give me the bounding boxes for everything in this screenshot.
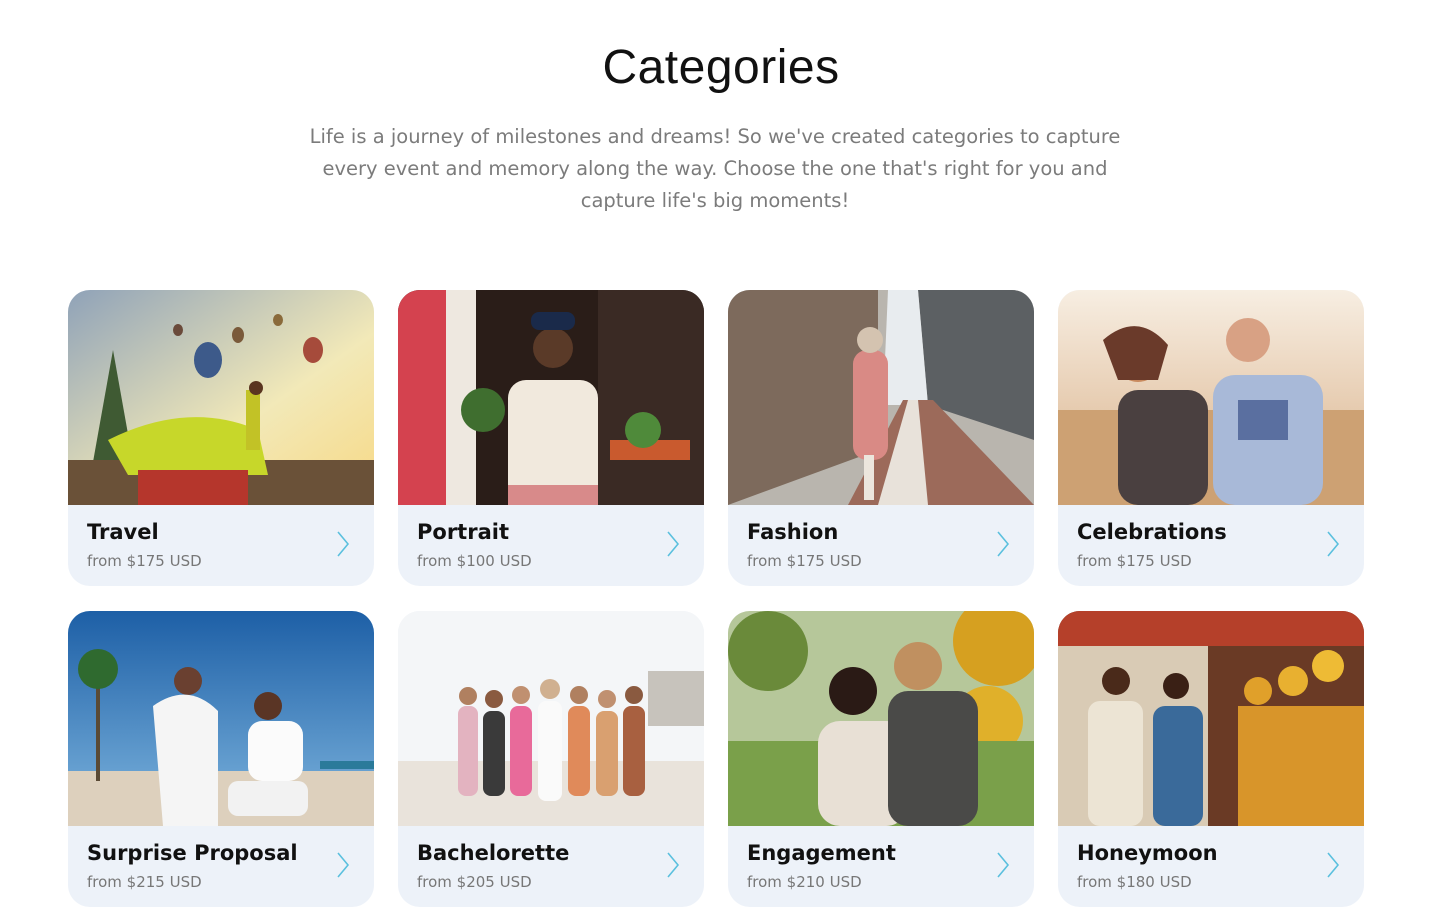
honeymoon-photo — [1058, 611, 1364, 826]
chevron-right-icon[interactable] — [666, 530, 680, 558]
category-card-honeymoon[interactable]: Honeymoon from $180 USD — [1058, 611, 1364, 907]
category-title: Surprise Proposal — [87, 841, 298, 865]
chevron-right-icon[interactable] — [1326, 851, 1340, 879]
category-price: from $215 USD — [87, 873, 202, 891]
category-price: from $175 USD — [1077, 552, 1192, 570]
category-card-surprise-proposal[interactable]: Surprise Proposal from $215 USD — [68, 611, 374, 907]
category-card-engagement[interactable]: Engagement from $210 USD — [728, 611, 1034, 907]
category-title: Bachelorette — [417, 841, 570, 865]
category-title: Celebrations — [1077, 520, 1227, 544]
category-price: from $205 USD — [417, 873, 532, 891]
category-price: from $180 USD — [1077, 873, 1192, 891]
category-price: from $175 USD — [87, 552, 202, 570]
section-title: Categories — [602, 41, 840, 94]
category-title: Honeymoon — [1077, 841, 1218, 865]
surprise-proposal-photo — [68, 611, 374, 826]
category-price: from $175 USD — [747, 552, 862, 570]
category-grid: Travel from $175 USD Portrait from $100 … — [68, 290, 1364, 907]
chevron-right-icon[interactable] — [1326, 530, 1340, 558]
category-title: Fashion — [747, 520, 839, 544]
bachelorette-photo — [398, 611, 704, 826]
chevron-right-icon[interactable] — [996, 530, 1010, 558]
section-intro: Life is a journey of milestones and drea… — [309, 125, 1121, 212]
category-title: Portrait — [417, 520, 509, 544]
category-title: Engagement — [747, 841, 896, 865]
chevron-right-icon[interactable] — [336, 530, 350, 558]
category-price: from $100 USD — [417, 552, 532, 570]
category-card-celebrations[interactable]: Celebrations from $175 USD — [1058, 290, 1364, 586]
fashion-photo — [728, 290, 1034, 505]
category-card-travel[interactable]: Travel from $175 USD — [68, 290, 374, 586]
category-price: from $210 USD — [747, 873, 862, 891]
chevron-right-icon[interactable] — [336, 851, 350, 879]
engagement-photo — [728, 611, 1034, 826]
category-card-bachelorette[interactable]: Bachelorette from $205 USD — [398, 611, 704, 907]
category-title: Travel — [87, 520, 159, 544]
chevron-right-icon[interactable] — [996, 851, 1010, 879]
travel-photo — [68, 290, 374, 505]
portrait-photo — [398, 290, 704, 505]
category-card-fashion[interactable]: Fashion from $175 USD — [728, 290, 1034, 586]
chevron-right-icon[interactable] — [666, 851, 680, 879]
celebrations-photo — [1058, 290, 1364, 505]
category-card-portrait[interactable]: Portrait from $100 USD — [398, 290, 704, 586]
